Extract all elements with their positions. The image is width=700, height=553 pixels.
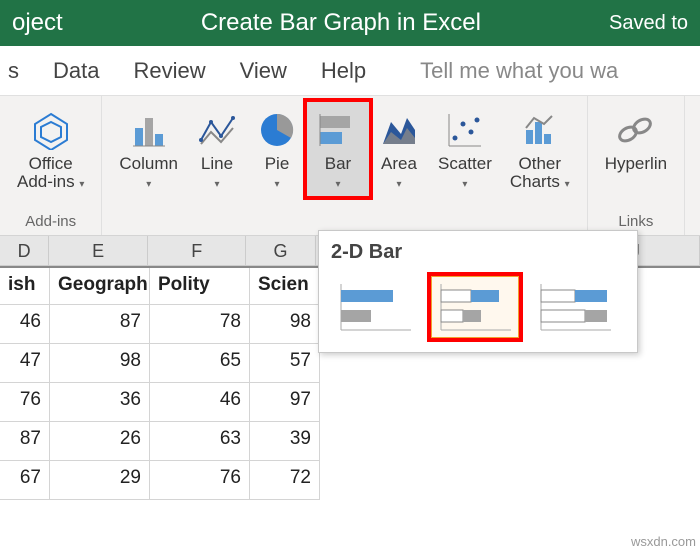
watermark: wsxdn.com [631,534,696,549]
ribbon: Office Add-ins ▾ Add-ins Column▾ Line▾ [0,96,700,236]
cell[interactable]: 72 [250,461,320,500]
titlebar-center: Create Bar Graph in Excel [73,9,609,37]
pie-chart-icon [257,107,297,153]
col-head[interactable]: G [246,236,315,266]
line-chart-button[interactable]: Line▾ [187,102,247,196]
cell[interactable]: 63 [150,422,250,461]
tab-review[interactable]: Review [133,58,205,84]
hyperlink-icon [614,107,658,153]
cell[interactable]: Scien [250,268,320,305]
tab-formulas-partial[interactable]: s [8,58,19,84]
cell[interactable]: Polity [150,268,250,305]
bar-chart-icon [316,107,360,153]
tab-data[interactable]: Data [53,58,99,84]
other-charts-icon [520,107,560,153]
scatter-chart-icon [445,107,485,153]
area-chart-icon [379,107,419,153]
area-chart-button[interactable]: Area▾ [369,102,429,196]
table-row: 76 36 46 97 [0,383,700,422]
scatter-chart-button[interactable]: Scatter▾ [429,102,501,196]
addins-label: Office Add-ins ▾ [17,155,84,191]
cell[interactable]: 65 [150,344,250,383]
group-links: Hyperlin Links [588,96,685,235]
col-head[interactable]: D [0,236,49,266]
cell[interactable]: 98 [250,305,320,344]
group-addins: Office Add-ins ▾ Add-ins [0,96,102,235]
titlebar-left: oject [12,9,63,37]
cell[interactable]: 97 [250,383,320,422]
cell[interactable]: 29 [50,461,150,500]
titlebar: oject Create Bar Graph in Excel Saved to [0,0,700,46]
cell[interactable]: 46 [150,383,250,422]
cell[interactable]: 36 [50,383,150,422]
stacked-bar-thumb[interactable] [431,276,519,338]
hyperlink-button[interactable]: Hyperlin [596,102,676,178]
column-chart-button[interactable]: Column▾ [110,102,187,196]
group-addins-label: Add-ins [8,213,93,233]
pie-chart-button[interactable]: Pie▾ [247,102,307,196]
menu-tabs: s Data Review View Help Tell me what you… [0,46,700,96]
cell[interactable]: 78 [150,305,250,344]
column-chart-icon [129,107,169,153]
addins-icon [31,107,71,153]
bar-dropdown: 2-D Bar [318,230,638,353]
other-charts-button[interactable]: Other Charts ▾ [501,102,579,196]
titlebar-right: Saved to [609,12,688,35]
cell[interactable]: 98 [50,344,150,383]
cell[interactable]: 76 [150,461,250,500]
100-stacked-bar-thumb[interactable] [531,276,619,338]
dropdown-title: 2-D Bar [331,241,625,264]
cell[interactable]: 47 [0,344,50,383]
tab-help[interactable]: Help [321,58,366,84]
cell[interactable]: 76 [0,383,50,422]
col-head[interactable]: F [148,236,247,266]
cell[interactable]: 87 [0,422,50,461]
cell[interactable]: Geograph [50,268,150,305]
cell[interactable]: 87 [50,305,150,344]
cell[interactable]: 67 [0,461,50,500]
col-head[interactable]: E [49,236,148,266]
clustered-bar-thumb[interactable] [331,276,419,338]
tell-me[interactable]: Tell me what you wa [420,58,618,84]
table-row: 87 26 63 39 [0,422,700,461]
bar-chart-button[interactable]: Bar▾ [307,102,369,196]
office-addins-button[interactable]: Office Add-ins ▾ [8,102,93,196]
tab-view[interactable]: View [240,58,287,84]
cell[interactable]: 26 [50,422,150,461]
table-row: 67 29 76 72 [0,461,700,500]
group-charts: Column▾ Line▾ Pie▾ Bar▾ [102,96,587,235]
cell[interactable]: 39 [250,422,320,461]
cell[interactable]: 46 [0,305,50,344]
cell[interactable]: 57 [250,344,320,383]
cell[interactable]: ish [0,268,50,305]
line-chart-icon [197,107,237,153]
